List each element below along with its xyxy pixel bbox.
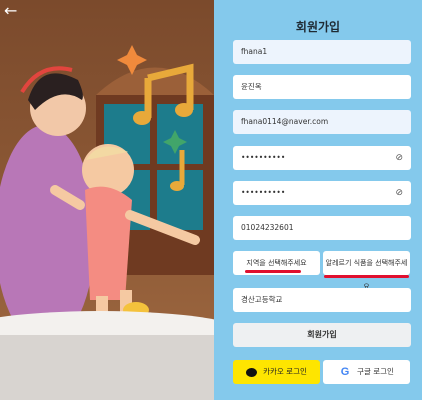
allergy-select-button[interactable]: 알레르기 식품을 선택해주세요: [323, 251, 410, 291]
illustration-panel: ←: [0, 0, 214, 400]
id-field[interactable]: fhana1: [233, 40, 411, 64]
signup-form: 회원가입 fhana1 윤진옥 fhana0114@naver.com ••••…: [214, 0, 422, 400]
signup-button[interactable]: 회원가입: [233, 323, 411, 347]
kakao-login-label: 카카오 로그인: [263, 367, 307, 376]
password-confirm-value: ••••••••••: [241, 188, 286, 197]
password-value: ••••••••••: [241, 153, 286, 162]
name-field[interactable]: 윤진옥: [233, 75, 411, 99]
region-underline: [245, 270, 301, 273]
password-field[interactable]: •••••••••• ⊘: [233, 146, 411, 170]
password-confirm-field[interactable]: •••••••••• ⊘: [233, 181, 411, 205]
google-login-label: 구글 로그인: [357, 367, 394, 376]
phone-field[interactable]: 01024232601: [233, 216, 411, 240]
school-field[interactable]: 경산고등학교: [233, 288, 411, 312]
allergy-underline: [324, 275, 409, 278]
eye-off-icon[interactable]: ⊘: [395, 181, 403, 205]
page-title: 회원가입: [295, 20, 341, 34]
eye-off-icon[interactable]: ⊘: [395, 146, 403, 170]
parent-baby-illustration: [0, 45, 214, 400]
google-logo-icon: G: [340, 366, 350, 378]
kakao-login-button[interactable]: 카카오 로그인: [233, 360, 320, 384]
google-login-button[interactable]: G 구글 로그인: [323, 360, 410, 384]
back-arrow-icon[interactable]: ←: [4, 2, 22, 20]
email-field[interactable]: fhana0114@naver.com: [233, 110, 411, 134]
kakao-chat-icon: [246, 367, 258, 377]
